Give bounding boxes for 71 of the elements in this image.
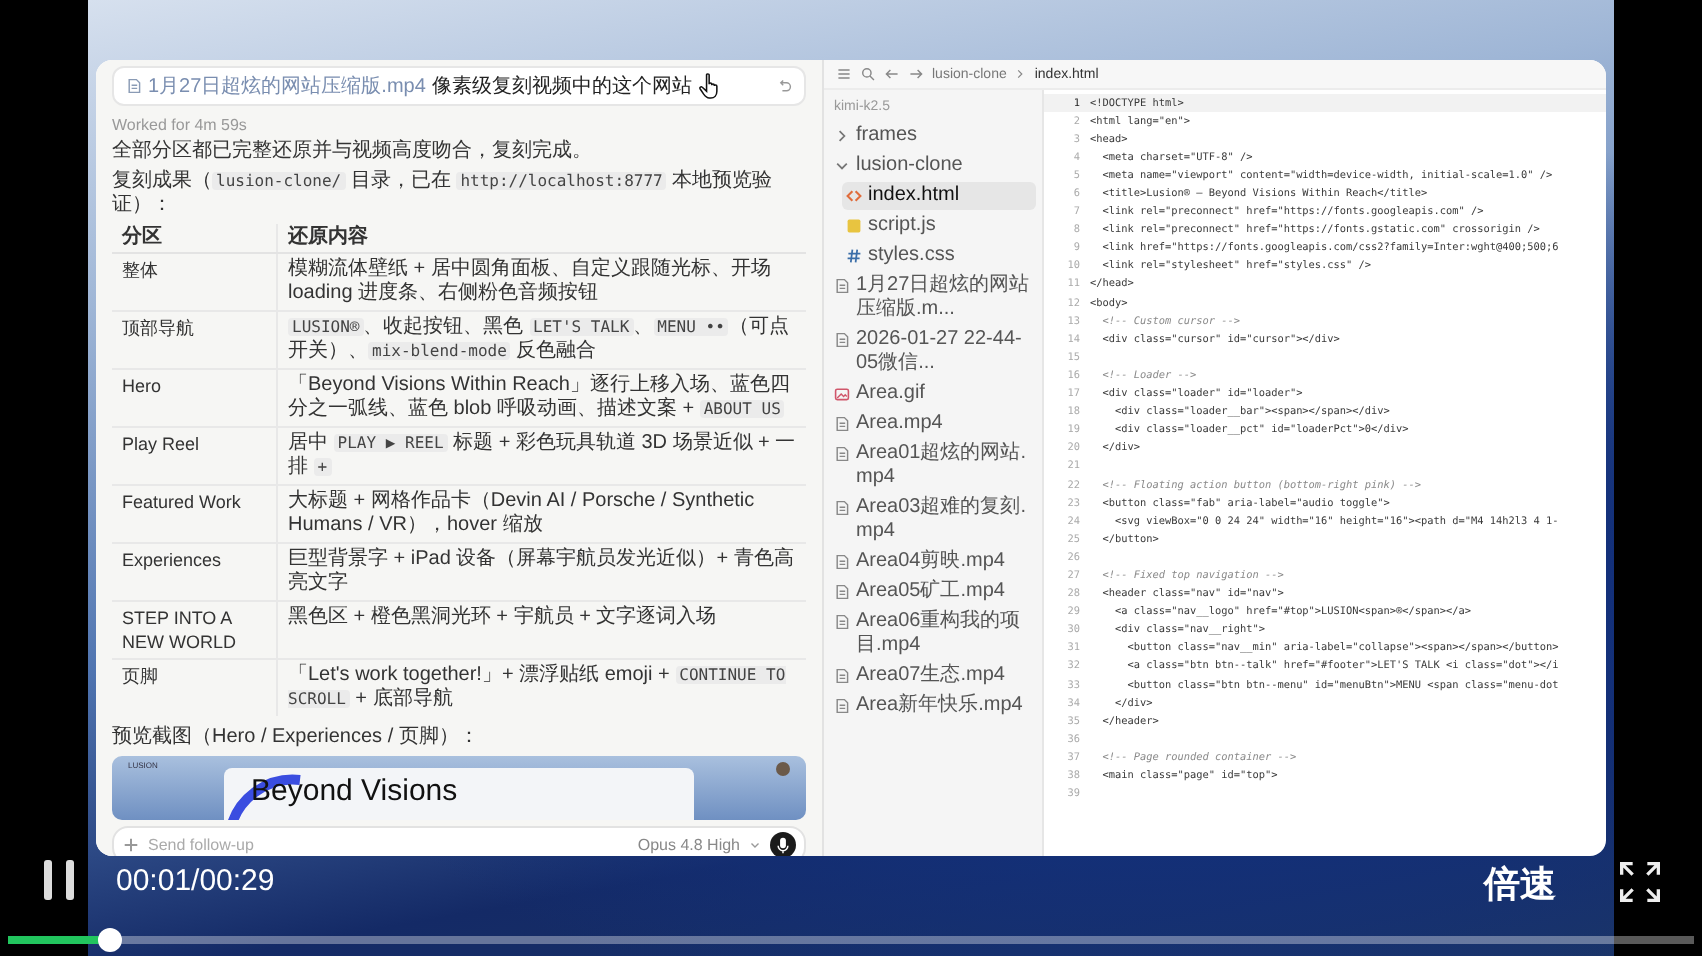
table-cell: LUSION® 、收起按钮、黑色 LET'S TALK 、 MENU •• （可点开关）、 mix-blend-mode 反色融合 — [277, 311, 806, 369]
result-text: 复刻成果（ lusion-clone/ 目录，已在 http://localhost:8777 本地预览验证）： — [112, 170, 775, 218]
pause-icon[interactable] — [42, 856, 78, 904]
file-tree-item[interactable]: Area04剪映.mp4 — [830, 548, 1036, 576]
file-tree-item[interactable]: script.js — [842, 212, 1036, 240]
table-cell: 顶部导航 — [112, 311, 277, 369]
file-tree-item[interactable]: Area.gif — [830, 380, 1036, 408]
file-icon — [834, 332, 850, 348]
table-cell: Experiences — [112, 543, 277, 601]
model-selector[interactable]: Opus 4.8 High — [637, 836, 740, 854]
undo-icon[interactable] — [776, 78, 792, 94]
forward-arrow-icon[interactable] — [908, 66, 924, 82]
file-tree-item[interactable]: Area05矿工.mp4 — [830, 578, 1036, 606]
work-duration-text: Worked for 4m 59s — [112, 116, 249, 134]
playback-time: 00:01/00:29 — [116, 864, 275, 898]
table-cell: 「Beyond Visions Within Reach」逐行上移入场、蓝色四分之一弧线、蓝色 blob 呼吸动画、描述文案 + ABOUT US — [277, 369, 806, 427]
table-cell: 整体 — [112, 253, 277, 311]
file-icon — [834, 500, 850, 516]
file-tree-item[interactable]: styles.css — [842, 242, 1036, 270]
preview-caption: 预览截图（Hero / Experiences / 页脚）： — [112, 723, 481, 750]
column-header: 还原内容 — [277, 224, 806, 253]
file-tree-item[interactable]: Area07生态.mp4 — [830, 662, 1036, 690]
search-icon[interactable] — [860, 66, 876, 82]
message-input[interactable]: Send follow-up Opus 4.8 High — [112, 826, 806, 856]
fullscreen-icon[interactable] — [1618, 860, 1662, 904]
file-tree-item[interactable]: Area01超炫的网站.mp4 — [830, 440, 1036, 492]
table-cell: 大标题 + 网格作品卡（Devin AI / Porsche / Synthetic Humans / VR），hover 缩放 — [277, 485, 806, 543]
back-arrow-icon[interactable] — [884, 66, 900, 82]
file-icon — [834, 446, 850, 462]
file-tree-item[interactable]: frames — [830, 122, 1036, 150]
hand-cursor-icon — [697, 72, 722, 100]
summary-text: 全部分区都已完整还原并与视频高度吻合，复刻完成。 — [112, 140, 594, 164]
file-icon — [834, 554, 850, 570]
attachment-link[interactable]: 1月27日超炫的网站压缩版.mp4 — [148, 72, 426, 100]
file-icon — [834, 416, 850, 432]
chevron-icon — [1014, 68, 1027, 80]
hash-icon — [846, 248, 862, 264]
file-icon — [834, 668, 850, 684]
column-header: 分区 — [112, 224, 277, 253]
table-cell: Play Reel — [112, 427, 277, 485]
table-cell: 居中 PLAY ▶ REEL 标题 + 彩色玩具轨道 3D 场景近似 + 一排 + — [277, 427, 806, 485]
caret-icon[interactable] — [748, 838, 762, 852]
file-tree-item[interactable]: index.html — [842, 182, 1036, 210]
file-icon — [834, 614, 850, 630]
file-tree-item[interactable]: Area新年快乐.mp4 — [830, 692, 1036, 720]
sidebar-icon[interactable] — [836, 66, 852, 82]
table-cell: 模糊流体壁纸 + 居中圆角面板、自定义跟随光标、开场 loading 进度条、右侧粉色音频按钮 — [277, 253, 806, 311]
file-tree-item[interactable]: Area06重构我的项目.mp4 — [830, 608, 1036, 660]
table-cell: 黑色区 + 橙色黑洞光环 + 宇航员 + 文字逐词入场 — [277, 601, 806, 659]
microphone-button[interactable] — [770, 832, 796, 856]
table-cell: Hero — [112, 369, 277, 427]
file-icon — [834, 278, 850, 294]
code-brackets-icon — [846, 188, 862, 204]
file-tree-item[interactable]: Area03超难的复刻.mp4 — [830, 494, 1036, 546]
table-cell: 页脚 — [112, 659, 277, 716]
table-cell: STEP INTO A NEW WORLD — [112, 601, 277, 659]
script-file-icon — [846, 218, 862, 234]
speed-button[interactable]: 倍速 — [1484, 860, 1556, 908]
avatar-icon — [776, 762, 790, 776]
image-file-icon — [834, 386, 850, 402]
file-icon — [834, 584, 850, 600]
file-icon — [834, 698, 850, 714]
file-tree-item[interactable]: Area.mp4 — [830, 410, 1036, 438]
file-tree-item[interactable]: 2026-01-27 22-44-05微信... — [830, 326, 1036, 378]
table-cell: 巨型背景字 + iPad 设备（屏幕宇航员发光近似）+ 青色高亮文字 — [277, 543, 806, 601]
plus-icon[interactable] — [122, 836, 140, 854]
prompt-text: 像素级复刻视频中的这个网站 — [431, 73, 692, 100]
file-tree-item[interactable]: lusion-clone — [830, 152, 1036, 180]
table-cell: Featured Work — [112, 485, 277, 543]
file-icon — [126, 78, 142, 94]
file-tree-item[interactable]: 1月27日超炫的网站压缩版.m... — [830, 272, 1036, 324]
